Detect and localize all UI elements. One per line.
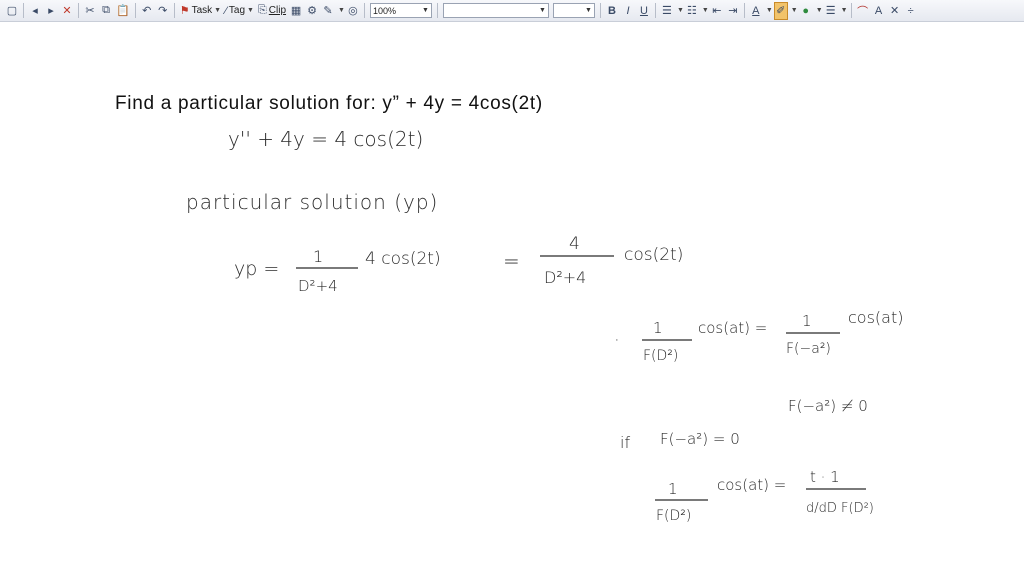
f2-tail: cos(2t) [624, 245, 683, 265]
yp-lhs: yp = [234, 258, 279, 280]
bullet-dot: · [614, 330, 620, 351]
yp-expression: yp = 1 D²+4 4 cos(2t) = 4 D²+4 cos(2t) [234, 234, 683, 295]
r2-middle: cos(at) = [717, 476, 786, 494]
r1-tail: cos(at) [848, 308, 903, 327]
r2-denominator-2: d/dD F(D²) [806, 501, 874, 516]
condition-zero: F(−a²) = 0 [660, 430, 740, 448]
handwriting-equation: y'' + 4y = 4 cos(2t) [228, 127, 423, 151]
r1-denominator-2: F(−a²) [786, 341, 831, 357]
r1-middle: cos(at) = [698, 319, 767, 337]
f2-denominator: D²+4 [544, 268, 586, 287]
r2-numerator-2: t · 1 [810, 468, 840, 486]
rule-one: · 1 F(D²) cos(at) = 1 F(−a²) cos(at) [614, 308, 903, 364]
r1-numerator: 1 [653, 319, 663, 337]
condition-nonzero: F(−a²) ≠ 0 [788, 397, 868, 415]
handwritten-heading: particular solution (yp) [186, 190, 438, 214]
f1-denominator: D²+4 [298, 277, 338, 295]
r2-numerator: 1 [668, 480, 678, 498]
r1-denominator: F(D²) [643, 348, 678, 364]
f2-numerator: 4 [569, 234, 580, 254]
rule-two: if F(−a²) = 0 1 F(D²) cos(at) = t · 1 d/… [620, 430, 874, 524]
handwriting-canvas: y'' + 4y = 4 cos(2t) particular solution… [186, 127, 903, 524]
r2-denominator: F(D²) [656, 508, 691, 524]
equals-sign: = [503, 249, 520, 273]
handwritten-equation: y'' + 4y = 4 cos(2t) [228, 127, 423, 151]
if-label: if [620, 433, 630, 452]
f1-tail: 4 cos(2t) [365, 249, 441, 269]
f1-numerator: 1 [313, 247, 323, 266]
r1-numerator-2: 1 [802, 312, 812, 330]
